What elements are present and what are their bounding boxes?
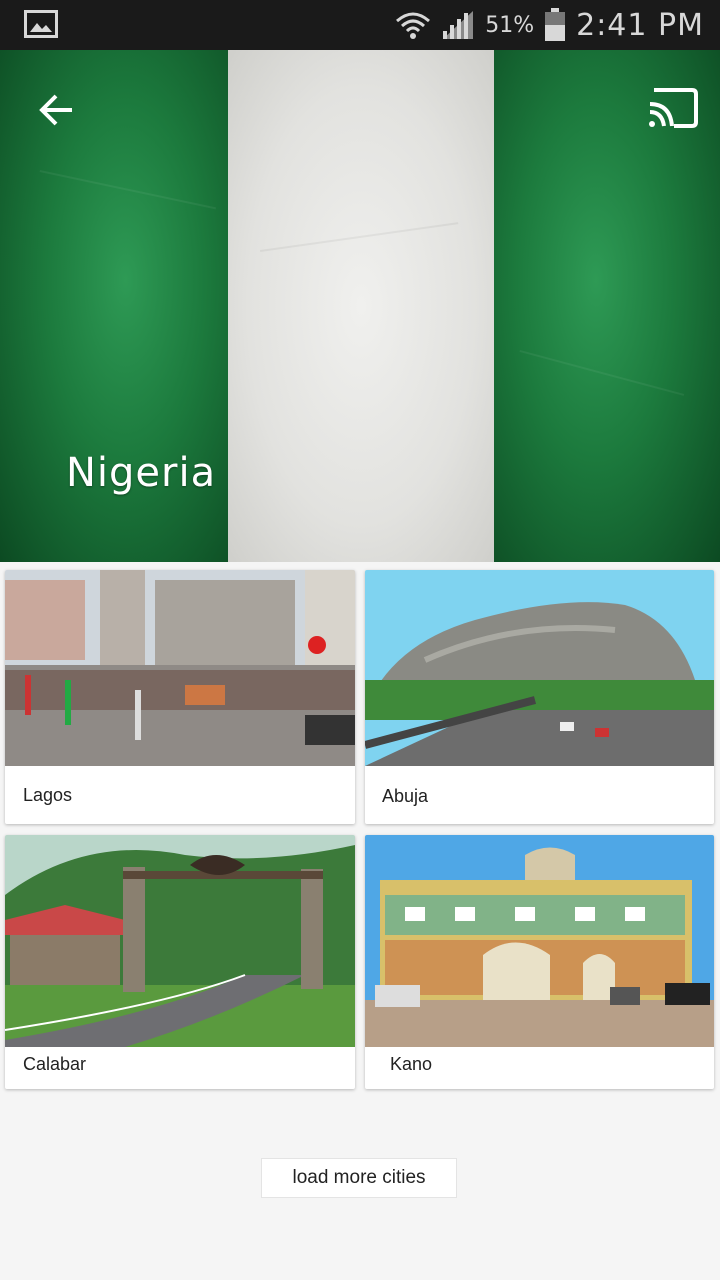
city-card-kano[interactable]: Kano	[365, 835, 714, 1089]
signal-icon	[443, 11, 474, 39]
clock: 2:41 PM	[576, 7, 704, 43]
city-card-calabar[interactable]: Calabar	[5, 835, 355, 1089]
city-image	[5, 570, 355, 766]
flag-white-stripe	[228, 50, 494, 562]
city-name: Kano	[390, 1054, 433, 1074]
city-image	[365, 570, 714, 766]
city-image	[365, 835, 714, 1047]
load-more-button[interactable]: load more cities	[261, 1158, 457, 1198]
gallery-icon	[24, 10, 58, 38]
page-title: Nigeria	[66, 450, 217, 496]
city-name: Lagos	[23, 785, 73, 805]
country-header: Nigeria	[0, 50, 720, 562]
battery-percent: 51%	[485, 12, 535, 38]
status-bar: 51% 2:41 PM	[0, 0, 720, 50]
cast-icon[interactable]	[644, 84, 700, 132]
wifi-icon	[396, 12, 431, 39]
city-card-abuja[interactable]: Abuja	[365, 570, 714, 824]
city-card-lagos[interactable]: Lagos	[5, 570, 355, 824]
city-image	[5, 835, 355, 1047]
city-name: Calabar	[23, 1054, 87, 1074]
battery-icon	[545, 8, 566, 41]
arrow-back-icon[interactable]	[30, 84, 82, 136]
city-name: Abuja	[382, 786, 429, 806]
